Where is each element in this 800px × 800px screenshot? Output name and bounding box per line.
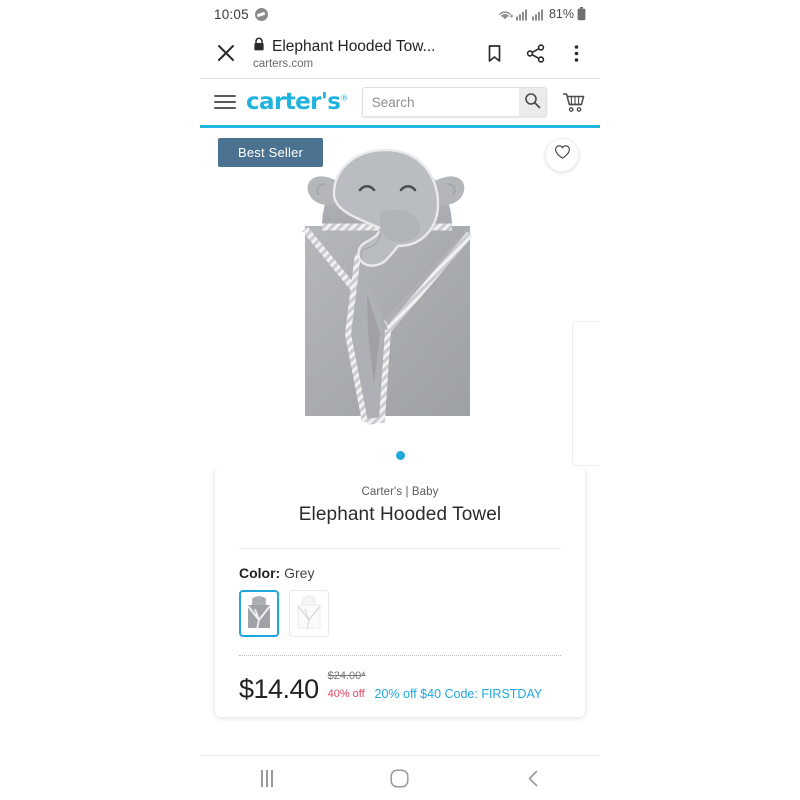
recents-icon[interactable] bbox=[237, 756, 297, 800]
screenshot-root: 10:05 81% Elephant Hooded Tow... carters… bbox=[0, 0, 800, 800]
status-bar-right: 81% bbox=[498, 7, 586, 21]
promo-label: 20% off $40 Code: FIRSTDAY bbox=[374, 687, 543, 702]
color-row: Color: Grey bbox=[239, 565, 561, 581]
best-seller-badge: Best Seller bbox=[218, 137, 324, 167]
heart-icon bbox=[554, 144, 571, 165]
status-bar: 10:05 81% bbox=[200, 0, 600, 28]
search-icon bbox=[524, 92, 541, 112]
more-vertical-icon[interactable] bbox=[566, 43, 587, 64]
android-nav-bar bbox=[200, 755, 600, 800]
breadcrumb: Carter's | Baby bbox=[361, 485, 439, 498]
status-bar-left: 10:05 bbox=[214, 7, 268, 22]
signal-bars-icon bbox=[515, 8, 529, 21]
discount-label: 40% off bbox=[327, 687, 365, 700]
logo-text: carter's bbox=[246, 89, 341, 115]
current-price: $14.40 bbox=[239, 674, 319, 705]
share-icon[interactable] bbox=[525, 43, 546, 64]
product-card: Carter's | Baby Elephant Hooded Towel Co… bbox=[215, 467, 585, 718]
hamburger-menu-icon[interactable] bbox=[214, 91, 236, 113]
wishlist-button[interactable] bbox=[545, 137, 579, 172]
search-box[interactable] bbox=[361, 87, 547, 117]
price-divider bbox=[239, 654, 561, 656]
price-row: $14.40 $24.00* 40% off 20% off $40 Code:… bbox=[239, 666, 561, 704]
search-input[interactable] bbox=[362, 88, 520, 116]
color-swatch-white[interactable] bbox=[289, 589, 329, 637]
next-image-peek[interactable] bbox=[572, 320, 600, 466]
product-card-wrapper: Carter's | Baby Elephant Hooded Towel Co… bbox=[200, 467, 600, 718]
color-swatches[interactable] bbox=[239, 589, 561, 637]
signal-bars-icon bbox=[531, 8, 545, 21]
close-icon[interactable] bbox=[213, 40, 239, 66]
page-title: Elephant Hooded Tow... bbox=[272, 37, 436, 55]
cart-icon[interactable] bbox=[561, 90, 586, 115]
logo-mark: ® bbox=[340, 93, 348, 103]
page-host: carters.com bbox=[253, 57, 314, 70]
url-title-block[interactable]: Elephant Hooded Tow... carters.com bbox=[253, 37, 476, 70]
color-value: Grey bbox=[284, 564, 315, 581]
carters-logo[interactable]: carter's® bbox=[246, 89, 348, 115]
price-alt-block: $24.00* 40% off bbox=[328, 666, 366, 704]
home-icon[interactable] bbox=[370, 756, 430, 800]
carousel-dot-1[interactable] bbox=[395, 450, 405, 460]
battery-icon bbox=[577, 7, 586, 21]
bookmark-icon[interactable] bbox=[484, 43, 505, 64]
product-title: Elephant Hooded Towel bbox=[298, 503, 502, 525]
battery-percent-label: 81% bbox=[548, 7, 574, 21]
site-header: carter's® bbox=[200, 79, 600, 125]
card-divider bbox=[239, 547, 561, 549]
messenger-icon bbox=[254, 7, 268, 21]
original-price: $24.00* bbox=[327, 669, 366, 682]
browser-toolbar: Elephant Hooded Tow... carters.com bbox=[200, 28, 600, 78]
product-gallery[interactable]: Best Seller bbox=[200, 127, 600, 468]
color-label: Color: bbox=[239, 564, 281, 581]
search-button[interactable] bbox=[519, 88, 546, 116]
phone-viewport: 10:05 81% Elephant Hooded Tow... carters… bbox=[200, 0, 600, 800]
back-icon[interactable] bbox=[503, 756, 563, 800]
toolbar-actions bbox=[484, 43, 587, 64]
wifi-icon bbox=[498, 8, 513, 21]
status-bar-clock: 10:05 bbox=[214, 6, 249, 22]
color-swatch-grey[interactable] bbox=[239, 589, 279, 637]
lock-icon bbox=[253, 37, 265, 57]
product-image[interactable] bbox=[270, 134, 530, 459]
carousel-dots[interactable] bbox=[200, 450, 600, 460]
